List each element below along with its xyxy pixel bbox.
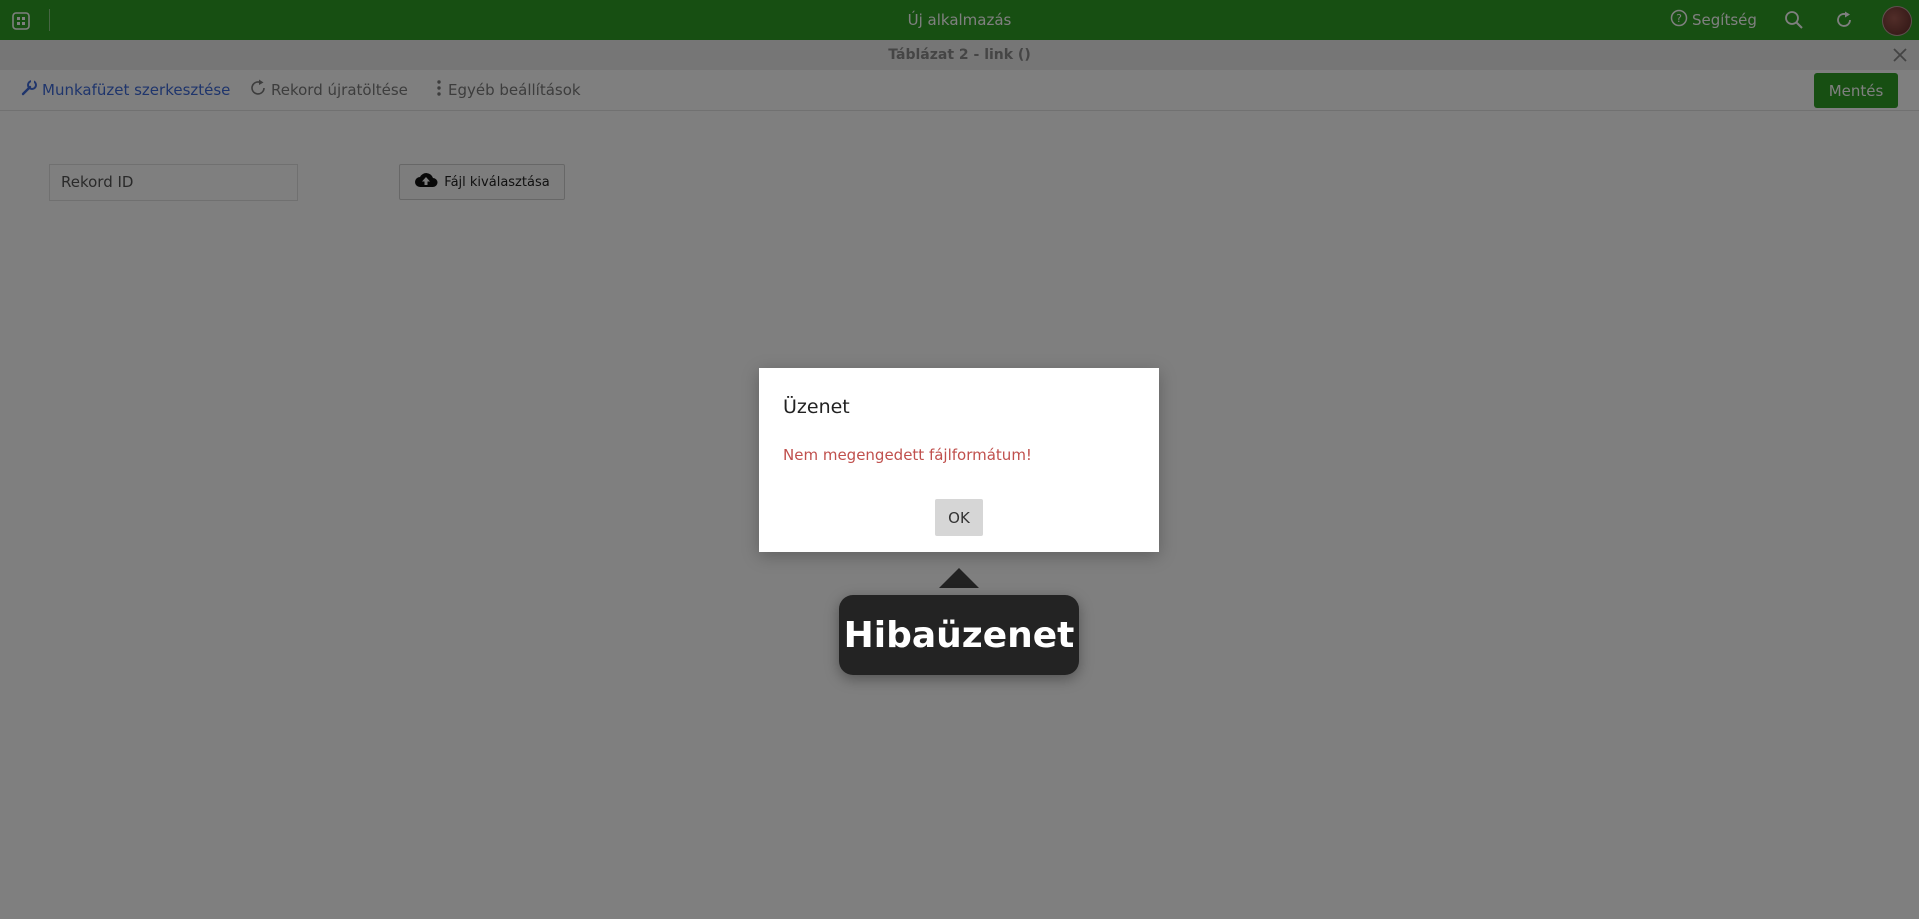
error-message: Nem megengedett fájlformátum! <box>783 446 1032 464</box>
message-dialog: Üzenet Nem megengedett fájlformátum! OK <box>759 368 1159 552</box>
callout-arrow <box>939 568 979 588</box>
dialog-title: Üzenet <box>783 396 850 418</box>
ok-button[interactable]: OK <box>935 499 983 536</box>
error-message-callout: Hibaüzenet <box>839 595 1079 675</box>
